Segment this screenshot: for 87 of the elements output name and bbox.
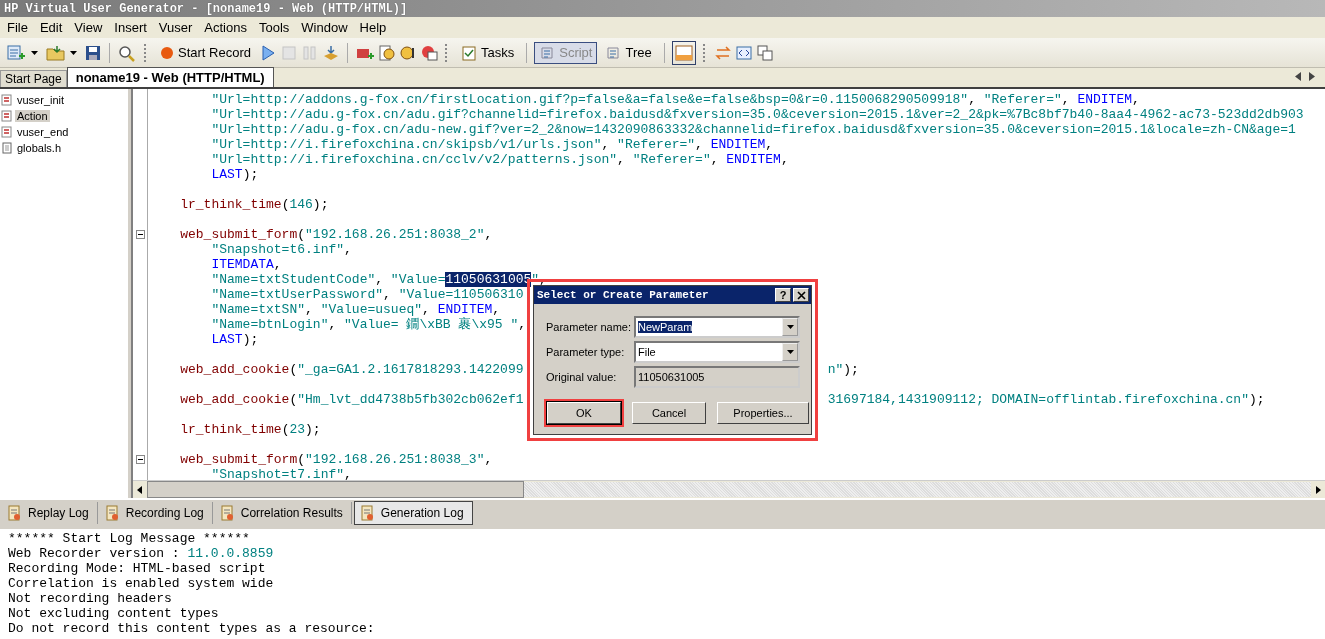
menu-item[interactable]: File [2,20,35,35]
menu-item[interactable]: Tools [253,20,297,35]
log-line: Not recording headers [8,591,173,606]
code-line: "Url=http://i.firefoxchina.cn/cclv/v2/patterns.json", "Referer=", ENDITEM, [210,152,789,167]
view-mode-button[interactable]: Tree [600,41,657,64]
combo-box[interactable]: File [634,340,800,363]
code-line: LAST); [210,167,259,182]
scroll-right-icon[interactable] [1308,72,1316,81]
horizontal-scrollbar[interactable] [133,480,1325,498]
menu-item[interactable]: Actions [199,20,254,35]
tree-item[interactable]: vuser_end [15,126,71,138]
code-line: "Snapshot=t6.inf", [210,242,352,257]
play-icon[interactable] [259,43,277,62]
window-title: HP Virtual User Generator - [noname19 - Web (HTTP/HTML)] [4,1,408,16]
menu-item[interactable]: Window [296,20,355,35]
code-line: n"); [827,362,859,377]
output-tab[interactable]: Replay Log [2,502,98,524]
code-line: "Snapshot=t7.inf", [210,467,352,482]
checklist-icon [461,44,477,61]
code-line: LAST); [210,332,259,347]
scroll-left-icon[interactable] [1294,72,1302,81]
folder-icon[interactable] [45,43,67,62]
document-icon [539,44,556,61]
log-icon [103,505,120,521]
code-line: "Url=http://i.firefoxchina.cn/skipsb/v1/urls.json", "Referer=", ENDITEM, [210,137,774,152]
log-line: ****** Start Log Message ****** [8,531,251,546]
code-icon[interactable] [734,43,753,62]
menu-item[interactable]: Insert [109,20,154,35]
menu-item[interactable]: Edit [34,20,70,35]
document-tab[interactable]: Start Page [0,70,67,87]
code-line: "Name=txtSN", "Value=usueq", ENDITEM, [210,302,501,317]
log-line: Not excluding content types [8,606,220,621]
dialog-button[interactable]: Cancel [632,402,706,424]
log-line: Web Recorder version : 11.0.0.8859 [8,546,275,561]
dropdown-icon[interactable] [70,50,77,55]
record-icon [160,45,174,60]
close-button[interactable] [793,288,809,302]
menu-item[interactable]: Vuser [153,20,200,35]
tree-item[interactable]: globals.h [15,142,64,154]
save-icon[interactable] [84,43,102,62]
tree-item[interactable]: vuser_init [15,94,67,106]
output-tab[interactable]: Correlation Results [214,502,352,524]
code-line: "Url=http://adu.g-fox.cn/adu-new.gif?ver=2_2&now=1432090863332&channelid=firefox.baidusd&fxversion=35.0&ceversion=2015.1&locale=zh-CN&age=1 [210,122,1296,137]
log-line: Do not record this content types as a resource: [8,621,376,636]
collapse-icon[interactable] [135,230,145,239]
log-line: Recording Mode: HTML-based script [8,561,267,576]
readonly-field: 11050631005 [634,365,800,388]
panel-icon[interactable] [671,40,696,65]
code-line: web_add_cookie("Hm_lvt_dd4738b5fb302cb062ef1 [179,392,524,407]
start-record-button[interactable]: Start Record [155,41,256,64]
dropdown-icon[interactable] [31,50,38,55]
code-line: web_submit_form("192.168.26.251:8038_2", [179,227,493,242]
windows-icon[interactable] [755,43,774,62]
log-icon [6,505,22,521]
field-label: Parameter name: [546,320,632,333]
code-line: "Url=http://addons.g-fox.cn/firstLocation.gif?p=false&a=false&e=false&bsp=0&r=0.1150068290509918", "Referer=", ENDITEM, [210,92,1140,107]
log-icon [218,505,235,521]
collapse-icon[interactable] [135,455,145,464]
dialog-button[interactable]: Properties... [717,402,809,424]
step-icon[interactable] [322,43,340,62]
output-tab[interactable]: Generation Log [353,501,473,525]
document-icon [605,44,622,61]
code-line: "Name=txtUserPassword", "Value=110506310 [210,287,524,302]
log-line: Correlation is enabled system wide [8,576,275,591]
search-icon[interactable] [117,43,137,62]
scrollbar-thumb[interactable] [147,481,524,498]
code-line: lr_think_time(23); [179,422,321,437]
help-button[interactable]: ? [775,288,791,302]
field-label: Original value: [546,370,618,383]
menu-item[interactable]: View [69,20,110,35]
document-tab[interactable]: noname19 - Web (HTTP/HTML) [66,67,274,87]
dialog-title: Select or Create Parameter [537,289,709,301]
code-line: "Url=http://adu.g-fox.cn/adu.gif?channelid=firefox.baidusd&fxversion=35.0&ceversion=2015.1&ver=2_2&pk=%7Bc8bf7b40-8aa4-4962-ac73-523dd2db903 [210,107,1304,122]
tree-item[interactable]: Action [15,110,50,122]
code-line: "Name=btnLogin", "Value= 鐗\xBB 裹\x95 ", [210,317,527,332]
dialog-button[interactable]: OK [547,402,621,424]
code-line: web_add_cookie("_ga=GA1.2.1617818293.1422099 [179,362,524,377]
code-line: web_submit_form("192.168.26.251:8038_3", [179,452,493,467]
tasks-button[interactable]: Tasks [456,41,520,64]
menu-item[interactable]: Help [354,20,394,35]
code-line: lr_think_time(146); [179,197,329,212]
output-tab[interactable]: Recording Log [99,502,213,524]
log-icon [358,505,375,521]
code-line: 31697184,1431909112; DOMAIN=offlintab.firefoxchina.cn"); [827,392,1265,407]
code-line: ITEMDATA, [210,257,282,272]
combo-box[interactable]: NewParam [634,315,800,338]
field-label: Parameter type: [546,345,626,358]
